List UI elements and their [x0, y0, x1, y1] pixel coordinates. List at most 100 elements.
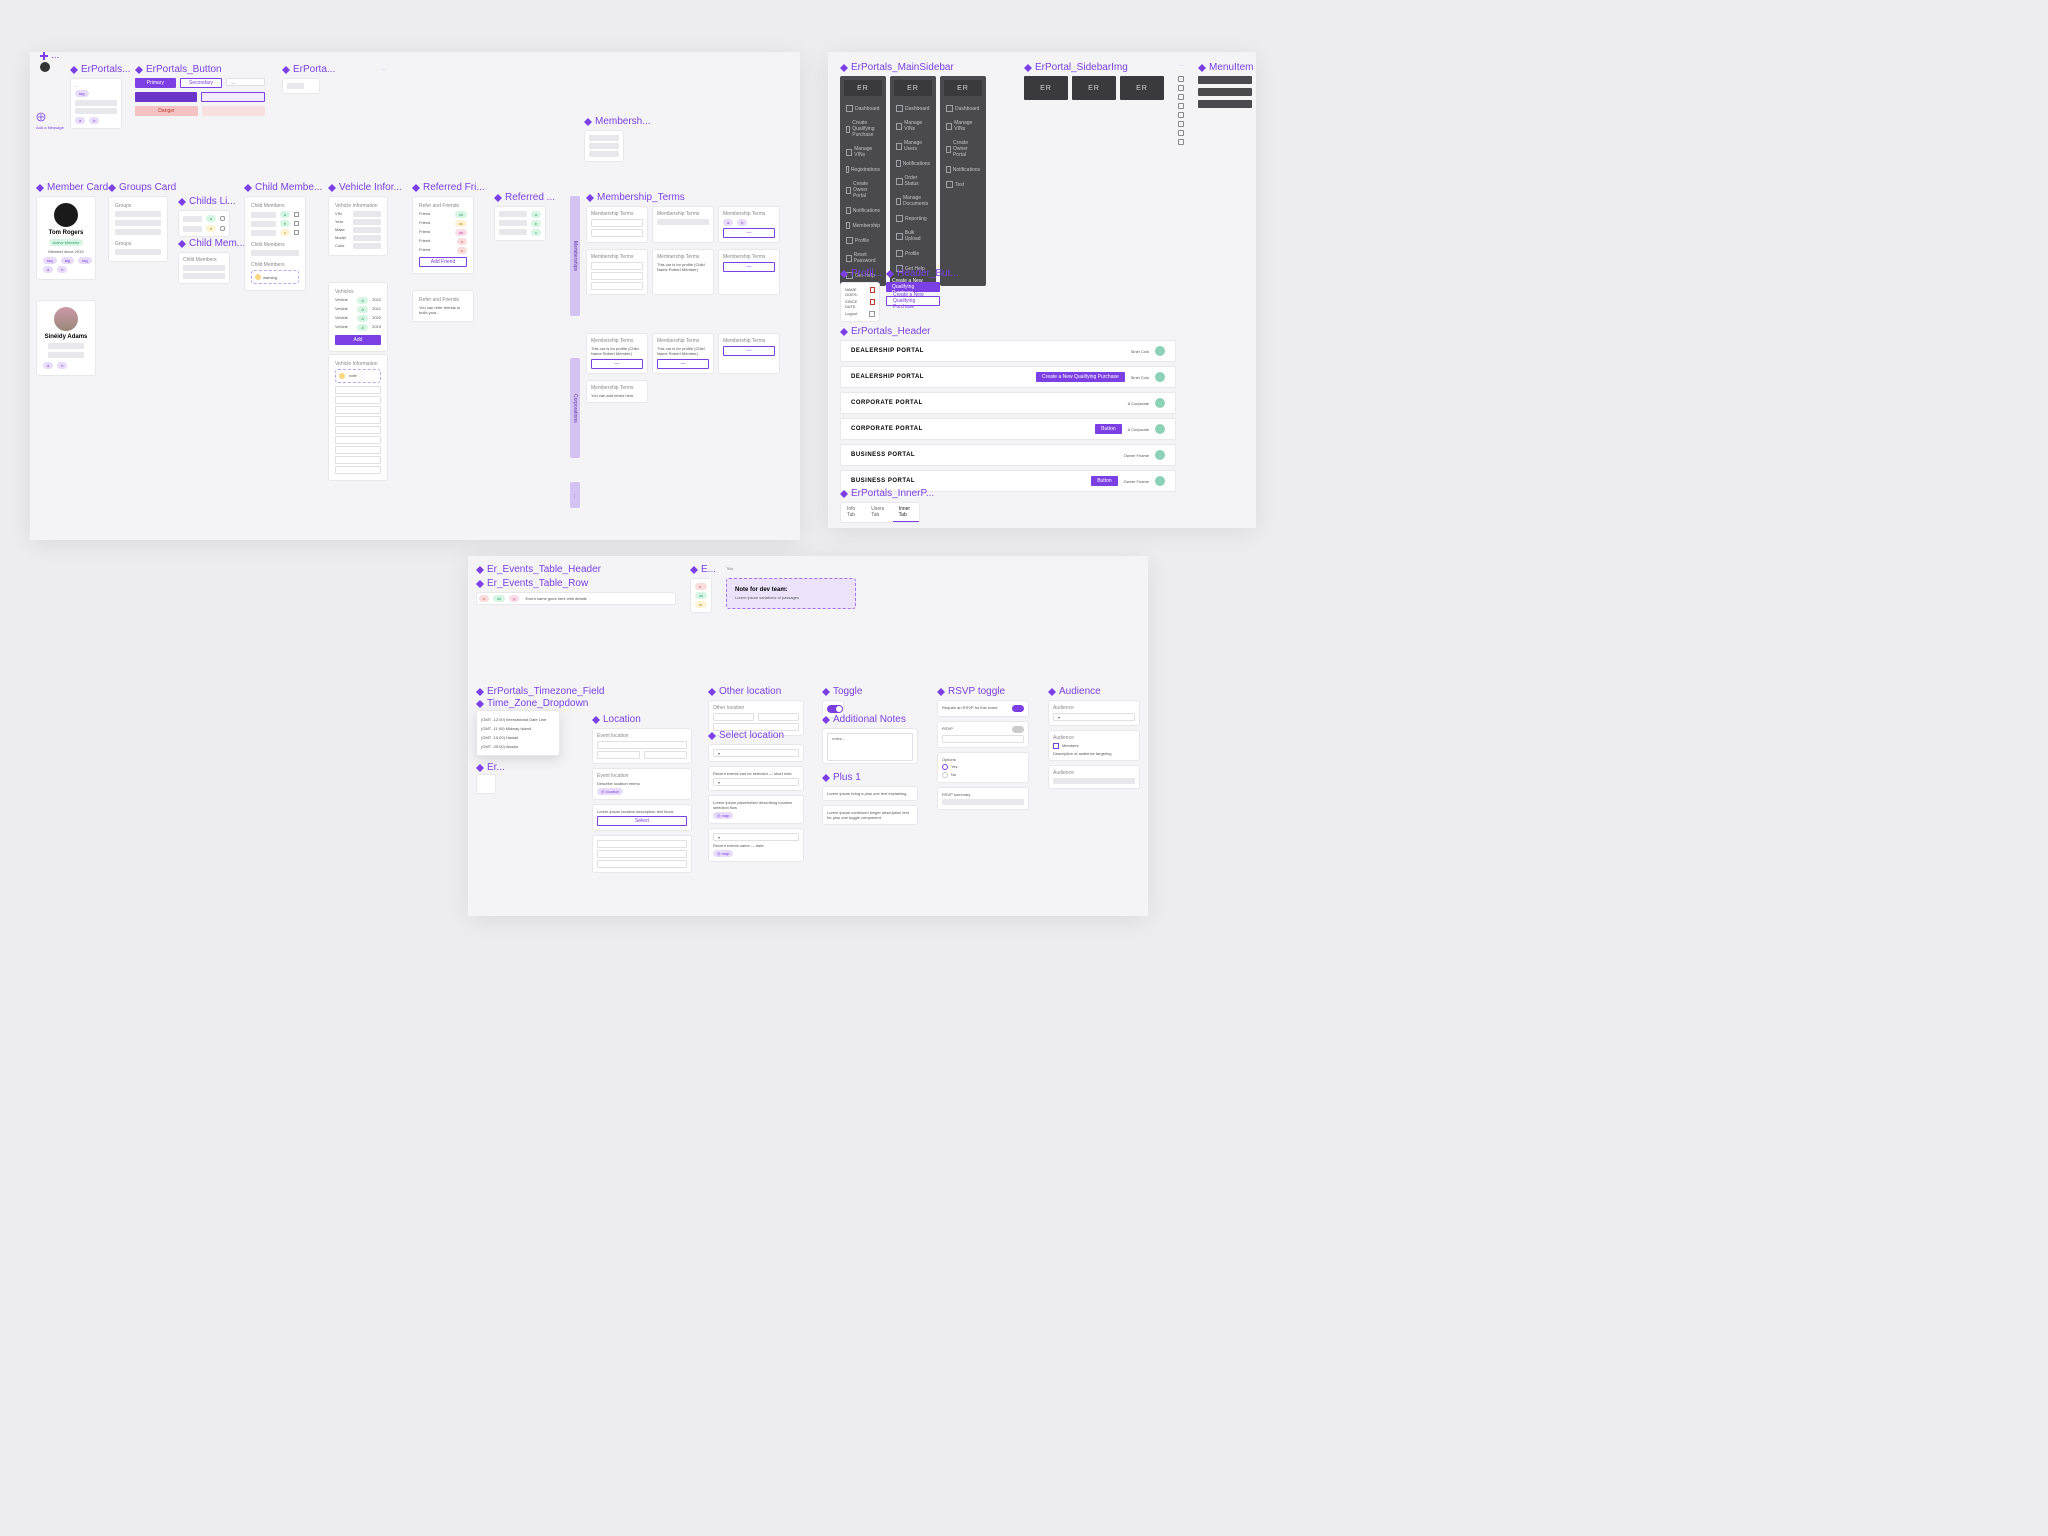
- danger-button[interactable]: Danger: [135, 106, 198, 116]
- main-sidebar-variants: ERDashboardCreate Qualifying PurchaseMan…: [840, 76, 986, 286]
- memberships-bar: Memberships: [570, 196, 580, 316]
- header-button-outline[interactable]: Create a New Qualifying Purchase: [886, 296, 940, 306]
- frame-label: ErPortals_Timezone_Field: [487, 686, 604, 697]
- toggle-on[interactable]: [1012, 705, 1024, 712]
- sidebar-item[interactable]: Dashboard: [844, 102, 882, 115]
- timezone-option[interactable]: (GMT -09:00) Alaska: [481, 742, 555, 751]
- sidebar-item[interactable]: Create Qualifying Purchase: [844, 117, 882, 141]
- primary-button[interactable]: Primary: [135, 78, 176, 88]
- sidebar-item[interactable]: Manage VINs: [844, 143, 882, 161]
- component-preview: ... tag ab: [70, 78, 122, 129]
- toggle-off[interactable]: [1012, 726, 1024, 733]
- edit-icon[interactable]: [294, 212, 299, 217]
- sidebar-item[interactable]: Dashboard: [894, 102, 932, 115]
- edit-icon[interactable]: [294, 230, 299, 235]
- sidebar-item[interactable]: Reset Password: [844, 249, 882, 267]
- header-action-button[interactable]: Create a New Qualifying Purchase: [1036, 372, 1125, 382]
- avatar[interactable]: [1155, 372, 1165, 382]
- edit-icon[interactable]: [220, 226, 225, 231]
- frame-label: ErPorta...: [293, 64, 335, 75]
- inner-tab[interactable]: Users Tab: [865, 503, 892, 522]
- misc-bar: ...: [570, 482, 580, 508]
- frame-label: Referred Fri...: [423, 182, 485, 193]
- timezone-dropdown[interactable]: (GMT -12:00) International Date Line(GMT…: [476, 710, 560, 756]
- sidebar-item[interactable]: Manage Documents: [894, 192, 932, 210]
- frame-label: ErPortals_Header: [851, 326, 930, 337]
- sidebar-item[interactable]: Notifications: [894, 157, 932, 170]
- sidebar-item[interactable]: Dashboard: [944, 102, 982, 115]
- sidebar-item[interactable]: Membership: [844, 219, 882, 232]
- frame-label: Membersh...: [595, 116, 651, 127]
- child-members: Child Members: [178, 252, 230, 284]
- add-friend-button[interactable]: Add Friend: [419, 257, 467, 267]
- sidebar-item[interactable]: Notifications: [944, 163, 982, 176]
- groups-card: Groups Groups: [108, 196, 168, 262]
- add-vehicle-button[interactable]: Add: [335, 335, 381, 345]
- sidebar-item[interactable]: Reporting: [894, 212, 932, 225]
- close-icon[interactable]: [870, 299, 875, 305]
- menu-icon: [1178, 112, 1184, 118]
- danger-hover-button[interactable]: [202, 106, 265, 116]
- portal-header: BUSINESS PORTALOwner Fname: [840, 444, 1176, 466]
- inner-tab-active[interactable]: Inner Tab: [893, 503, 919, 522]
- header-action-button[interactable]: Button: [1095, 424, 1121, 434]
- frame-label: ErPortals_InnerP...: [851, 488, 934, 499]
- frame-label: ErPortals_Button: [146, 64, 222, 75]
- menu-item-row[interactable]: [1198, 88, 1252, 96]
- header-action-button[interactable]: Button: [1091, 476, 1117, 486]
- sidebar-item[interactable]: Profile: [844, 234, 882, 247]
- avatar[interactable]: [1155, 424, 1165, 434]
- sidebar-item[interactable]: Registrations: [844, 163, 882, 176]
- frame-label: Er_Events_Table_Header: [487, 564, 601, 575]
- timezone-option[interactable]: (GMT -12:00) International Date Line: [481, 715, 555, 724]
- frame-label: Childs Li...: [189, 196, 236, 207]
- avatar[interactable]: [1155, 398, 1165, 408]
- sidebar-item[interactable]: Manage Users: [894, 137, 932, 155]
- edit-icon[interactable]: [220, 216, 225, 221]
- sidebar-item[interactable]: Manage VINs: [894, 117, 932, 135]
- action-button[interactable]: —: [723, 262, 775, 272]
- frame-label: ...: [51, 50, 59, 61]
- close-icon[interactable]: [870, 287, 875, 293]
- checkbox[interactable]: [1053, 743, 1059, 749]
- inner-tab[interactable]: Info Tab: [841, 503, 865, 522]
- frame-label: Child Mem...: [189, 238, 245, 249]
- action-button[interactable]: —: [723, 228, 775, 238]
- sidebar-item[interactable]: Manage VINs: [944, 117, 982, 135]
- menu-item-row[interactable]: [1198, 100, 1252, 108]
- select-button[interactable]: Select: [597, 816, 687, 826]
- sidebar-item[interactable]: Bulk Upload: [894, 227, 932, 245]
- sidebar-item[interactable]: Notifications: [844, 204, 882, 217]
- sidebar-item[interactable]: Profile: [894, 247, 932, 260]
- action-button[interactable]: —: [591, 359, 643, 369]
- header-button[interactable]: Create a New Qualifying Purchase: [886, 282, 940, 292]
- avatar[interactable]: [1155, 476, 1165, 486]
- additional-notes[interactable]: notes...: [822, 728, 918, 764]
- secondary-hover-button[interactable]: [201, 92, 265, 102]
- pill-variants: x ok w: [690, 578, 712, 613]
- frame-label: Profil...: [851, 268, 882, 279]
- avatar[interactable]: [1155, 346, 1165, 356]
- radio[interactable]: [942, 772, 948, 778]
- secondary-button[interactable]: Secondary: [180, 78, 223, 88]
- sidebar-item[interactable]: Order Status: [894, 172, 932, 190]
- sidebar-item[interactable]: Test: [944, 178, 982, 191]
- sidebar-item[interactable]: Create Owner Portal: [944, 137, 982, 161]
- timezone-option[interactable]: (GMT -11:00) Midway Island: [481, 724, 555, 733]
- radio[interactable]: [942, 764, 948, 770]
- header-variants: DEALERSHIP PORTALSinéi ColoDEALERSHIP PO…: [840, 340, 1176, 492]
- menu-icon: [1178, 76, 1184, 82]
- frame-label: Toggle: [833, 686, 862, 697]
- avatar[interactable]: [1155, 450, 1165, 460]
- frame-label: Select location: [719, 730, 784, 741]
- frame-label: Location: [603, 714, 641, 725]
- logout-icon[interactable]: [869, 311, 875, 317]
- primary-hover-button[interactable]: [135, 92, 197, 102]
- sidebar-item[interactable]: Create Owner Portal: [844, 178, 882, 202]
- action-button[interactable]: —: [723, 346, 775, 356]
- action-button[interactable]: —: [657, 359, 709, 369]
- edit-icon[interactable]: [294, 221, 299, 226]
- warning-icon: [339, 373, 345, 379]
- menu-item-row[interactable]: [1198, 76, 1252, 84]
- timezone-option[interactable]: (GMT -10:00) Hawaii: [481, 733, 555, 742]
